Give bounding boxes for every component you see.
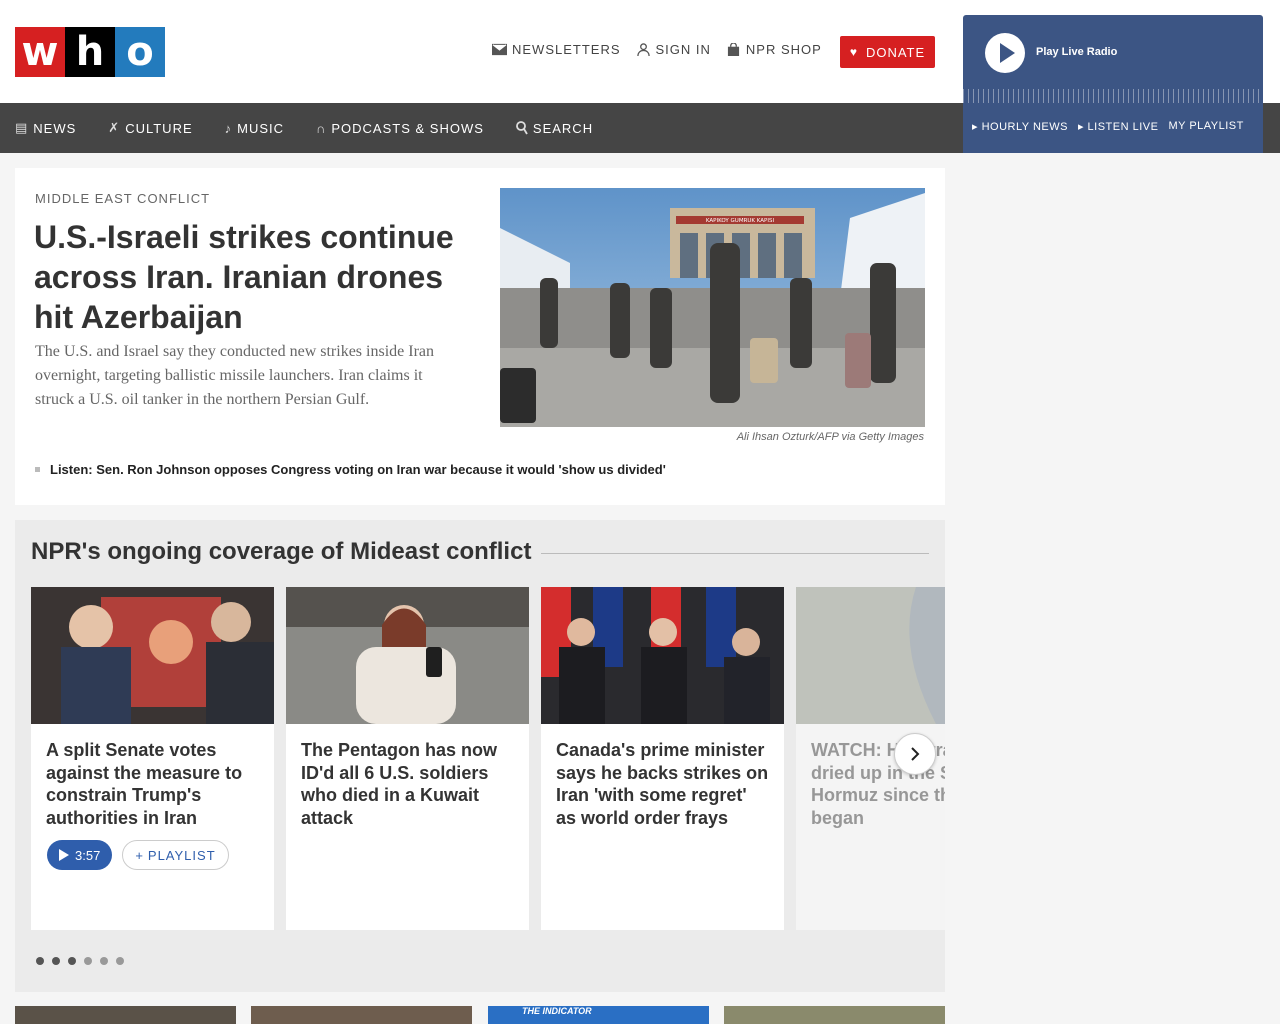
story-card[interactable]: Canada's prime minister says he backs st… xyxy=(541,587,784,930)
story-title[interactable]: A split Senate votes against the measure… xyxy=(46,739,261,829)
plus-icon: + xyxy=(135,847,144,863)
heart-icon: ♥ xyxy=(849,45,858,59)
play-live-button[interactable] xyxy=(985,33,1025,73)
shopping-bag-icon xyxy=(727,43,739,56)
live-radio-player: Play Live Radio ▸ HOURLY NEWS ▸ LISTEN L… xyxy=(963,15,1263,153)
story-title[interactable]: The Pentagon has now ID'd all 6 U.S. sol… xyxy=(301,739,516,829)
carousel-dot[interactable] xyxy=(84,957,92,965)
nav-item-search-label: SEARCH xyxy=(532,120,594,136)
donate-label: DONATE xyxy=(865,44,926,60)
story-thumbnail xyxy=(796,587,945,724)
story-card[interactable]: The Pentagon has now ID'd all 6 U.S. sol… xyxy=(286,587,529,930)
my-playlist-label: MY PLAYLIST xyxy=(1168,120,1244,132)
related-story-link[interactable]: Listen: Sen. Ron Johnson opposes Congres… xyxy=(35,462,666,477)
npr-shop-label: NPR SHOP xyxy=(745,42,822,57)
mail-icon xyxy=(492,43,507,56)
photo-credit: Ali Ihsan Ozturk/AFP via Getty Images xyxy=(736,431,924,443)
listen-live-link[interactable]: ▸ LISTEN LIVE xyxy=(1078,120,1159,133)
story-kicker[interactable]: MIDDLE EAST CONFLICT xyxy=(35,191,210,206)
audio-duration: 3:57 xyxy=(75,847,101,863)
play-live-label: Play Live Radio xyxy=(1036,46,1118,58)
sign-in-label: SIGN IN xyxy=(655,42,711,57)
npr-shop-link[interactable]: NPR SHOP xyxy=(726,42,822,57)
indicator-logo-text: THE INDICATOR xyxy=(522,1006,592,1016)
story-title[interactable]: Canada's prime minister says he backs st… xyxy=(556,739,771,829)
nav-item-news-label: NEWS xyxy=(33,120,77,136)
carousel-dot[interactable] xyxy=(68,957,76,965)
search-icon xyxy=(516,121,528,135)
hourly-news-label: HOURLY NEWS xyxy=(981,121,1068,133)
audio-controls: 3:57 + PLAYLIST xyxy=(47,840,229,870)
logo-letter-h: h xyxy=(65,27,115,77)
nav-item-culture-label: CULTURE xyxy=(125,120,193,136)
site-logo[interactable]: w h o xyxy=(15,27,165,77)
photo-sign-text: KAPIKOY GUMRUK KAPISI xyxy=(706,218,775,224)
user-icon xyxy=(636,43,650,56)
carousel-dot[interactable] xyxy=(36,957,44,965)
newsletters-link[interactable]: NEWSLETTERS xyxy=(492,42,621,57)
carousel-dot[interactable] xyxy=(116,957,124,965)
bullet-icon xyxy=(35,467,40,472)
header-links: NEWSLETTERS SIGN IN NPR SHOP xyxy=(492,42,822,57)
nav-item-podcasts-label: PODCASTS & SHOWS xyxy=(331,120,484,136)
carousel-pagination xyxy=(36,957,124,965)
hourly-news-link[interactable]: ▸ HOURLY NEWS xyxy=(972,120,1068,133)
play-icon xyxy=(999,43,1015,63)
section-title[interactable]: NPR's ongoing coverage of Mideast confli… xyxy=(31,538,542,566)
nav-item-search[interactable]: SEARCH xyxy=(516,121,593,136)
player-links: ▸ HOURLY NEWS ▸ LISTEN LIVE MY PLAYLIST xyxy=(972,120,1244,133)
logo-letter-w: w xyxy=(15,27,65,77)
news-icon: ▤ xyxy=(15,120,29,135)
story-card[interactable]: A split Senate votes against the measure… xyxy=(31,587,274,930)
bottom-story-thumbnail[interactable] xyxy=(724,1006,945,1024)
nav-item-podcasts[interactable]: ∩ PODCASTS & SHOWS xyxy=(316,121,484,136)
bottom-story-thumbnail[interactable] xyxy=(251,1006,472,1024)
related-story-label: Listen: Sen. Ron Johnson opposes Congres… xyxy=(50,462,666,477)
carousel-next-button[interactable] xyxy=(894,733,936,775)
music-note-icon: ♪ xyxy=(224,120,233,136)
carousel-dot[interactable] xyxy=(100,957,108,965)
coverage-section: NPR's ongoing coverage of Mideast confli… xyxy=(15,520,945,992)
playlist-label: PLAYLIST xyxy=(147,847,216,863)
play-audio-button[interactable]: 3:57 xyxy=(47,840,113,870)
carousel-dot[interactable] xyxy=(52,957,60,965)
play-icon xyxy=(59,849,69,861)
story-thumbnail xyxy=(286,587,529,724)
lead-headline[interactable]: U.S.-Israeli strikes continue across Ira… xyxy=(34,217,474,337)
my-playlist-link[interactable]: MY PLAYLIST xyxy=(1168,120,1243,133)
chevron-right-icon xyxy=(911,747,920,761)
headphones-icon: ∩ xyxy=(316,120,327,136)
border-crossing-image: KAPIKOY GUMRUK KAPISI xyxy=(500,188,925,427)
newsletters-label: NEWSLETTERS xyxy=(512,42,621,57)
audio-waveform xyxy=(963,89,1263,103)
donate-button[interactable]: ♥ DONATE xyxy=(840,36,935,68)
story-thumbnail xyxy=(31,587,274,724)
nav-item-news[interactable]: ▤ NEWS xyxy=(15,120,76,136)
lead-teaser: The U.S. and Israel say they conducted n… xyxy=(35,343,434,408)
bottom-story-thumbnail[interactable] xyxy=(15,1006,236,1024)
story-thumbnail xyxy=(541,587,784,724)
listen-live-label: LISTEN LIVE xyxy=(1087,121,1159,133)
nav-item-culture[interactable]: ✗ CULTURE xyxy=(108,120,192,136)
nav-item-music-label: MUSIC xyxy=(237,120,285,136)
culture-icon: ✗ xyxy=(108,120,121,135)
lead-story: MIDDLE EAST CONFLICT U.S.-Israeli strike… xyxy=(15,168,945,505)
lead-photo[interactable]: KAPIKOY GUMRUK KAPISI xyxy=(500,188,925,427)
nav-item-music[interactable]: ♪ MUSIC xyxy=(225,121,284,136)
sign-in-link[interactable]: SIGN IN xyxy=(636,42,711,57)
bottom-story-thumbnail[interactable]: THE INDICATOR xyxy=(488,1006,709,1024)
logo-letter-o: o xyxy=(115,27,165,77)
add-to-playlist-button[interactable]: + PLAYLIST xyxy=(122,840,229,870)
